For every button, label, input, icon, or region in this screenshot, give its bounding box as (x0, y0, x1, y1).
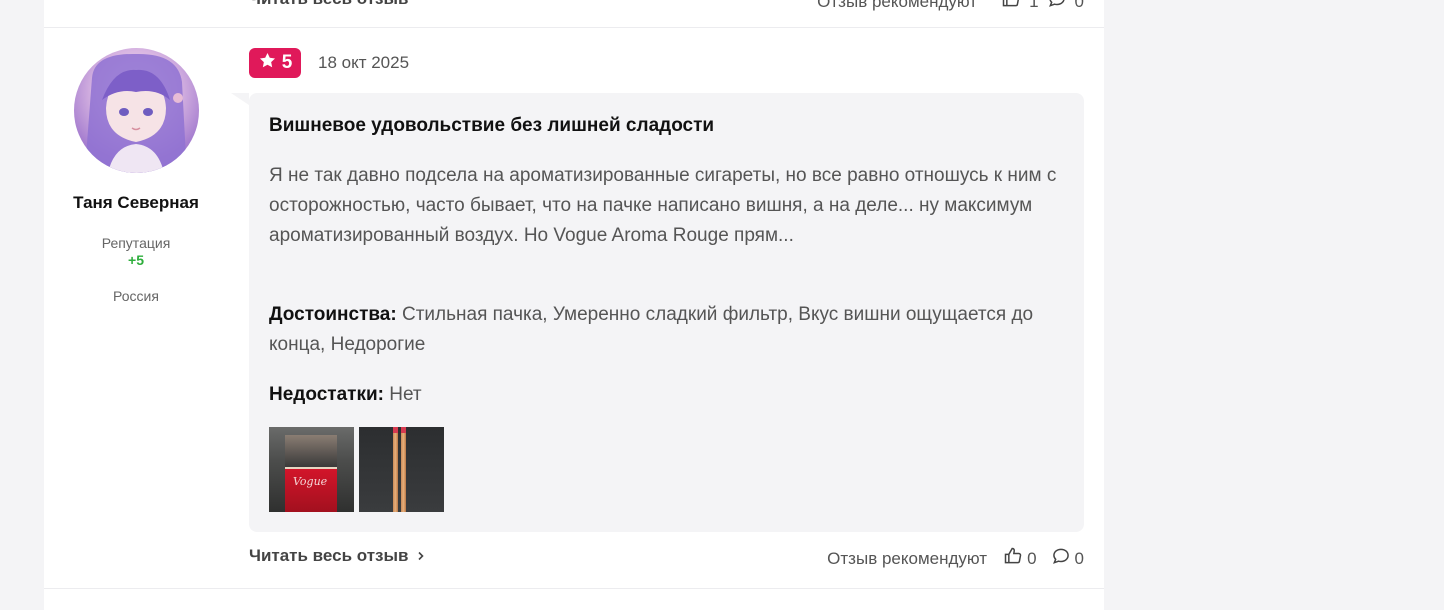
previous-review-stats: Отзыв рекомендуют 1 0 (817, 0, 1084, 14)
pros-label: Достоинства: (269, 304, 397, 325)
recommend-label: Отзыв рекомендуют (827, 548, 988, 568)
previous-read-more-link[interactable]: Читать весь отзыв (249, 0, 408, 9)
photo-pack-logo: Vogue (293, 475, 328, 488)
previous-thumbs-up-icon[interactable] (1001, 0, 1021, 14)
author-country: Россия (113, 288, 159, 304)
previous-comment-icon[interactable] (1047, 0, 1067, 14)
bubble-tail (231, 93, 249, 105)
previous-comments-count: 0 (1074, 0, 1084, 11)
review-cons: Недостатки: Нет (269, 380, 1069, 410)
review-photo-thumbnail[interactable]: Vogue (269, 427, 354, 512)
review-card: Читать весь отзыв Отзыв рекомендуют 1 0 (44, 0, 1104, 610)
rating-value: 5 (281, 52, 293, 73)
author-name[interactable]: Таня Северная (44, 193, 228, 213)
likes-count: 0 (1027, 548, 1037, 568)
photo-pack (285, 467, 337, 512)
review-photos: Vogue (269, 427, 444, 512)
review-date: 18 окт 2025 (318, 53, 410, 72)
cons-label: Недостатки: (269, 384, 384, 405)
photo-pack-top (285, 435, 337, 467)
review-footer: Читать весь отзыв Отзыв рекомендуют 0 0 (249, 546, 1084, 570)
photo-cigarette (393, 427, 398, 512)
review-stats: Отзыв рекомендуют 0 0 (827, 546, 1084, 571)
comment-icon (1051, 546, 1071, 571)
comments-count: 0 (1074, 548, 1084, 568)
previous-review-footer: Читать весь отзыв Отзыв рекомендуют 1 0 (249, 0, 1084, 13)
rating-badge: 5 (249, 48, 301, 78)
read-more-link[interactable]: Читать весь отзыв (249, 546, 426, 566)
read-more-label: Читать весь отзыв (249, 546, 409, 565)
like-button[interactable]: 0 (1003, 546, 1037, 571)
comments-button[interactable]: 0 (1051, 546, 1084, 571)
divider (44, 27, 1104, 28)
reputation-value: +5 (128, 252, 144, 268)
review-text: Я не так давно подсела на ароматизирован… (269, 165, 1057, 246)
previous-recommend-label: Отзыв рекомендуют (817, 0, 978, 11)
avatar[interactable] (73, 48, 199, 173)
review-pros: Достоинства: Стильная пачка, Умеренно сл… (269, 300, 1069, 360)
reputation-label: Репутация (101, 235, 171, 251)
author-panel: Таня Северная Репутация +5 Россия (44, 48, 228, 304)
star-icon (258, 51, 277, 76)
photo-cigarette (401, 427, 406, 512)
thumbs-up-icon (1003, 546, 1023, 571)
chevron-right-icon (416, 546, 426, 566)
review-photo-thumbnail[interactable] (359, 427, 444, 512)
review-title[interactable]: Вишневое удовольствие без лишней сладост… (269, 115, 714, 137)
cons-text: Нет (389, 384, 422, 405)
previous-likes-count: 1 (1029, 0, 1039, 11)
review-bubble: Вишневое удовольствие без лишней сладост… (231, 93, 1084, 532)
divider (44, 588, 1104, 589)
